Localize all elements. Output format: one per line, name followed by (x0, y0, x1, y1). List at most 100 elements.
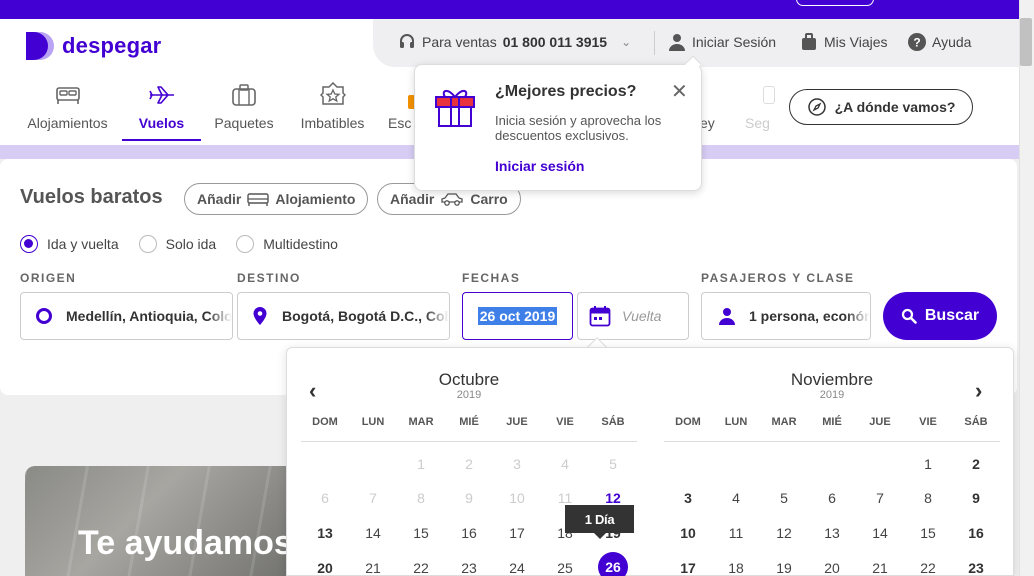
trip-type-label: Ida y vuelta (47, 236, 119, 252)
despegar-logo-icon (26, 32, 54, 60)
calendar-day: 5 (609, 456, 617, 472)
divider (654, 31, 655, 55)
passengers-field[interactable]: 1 persona, económica (701, 292, 871, 340)
nav-label: ey (700, 115, 715, 131)
calendar-day[interactable]: 20 (301, 560, 349, 576)
calendar-day[interactable]: 7 (856, 490, 904, 506)
month-name: Octubre (438, 370, 500, 389)
passengers-label: PASAJEROS Y CLASE (701, 271, 855, 285)
nav-label: Imbatibles (300, 115, 365, 131)
calendar-day[interactable]: 15 (904, 525, 952, 541)
calendar-day[interactable]: 23 (952, 560, 1000, 576)
calendar-day[interactable]: 10 (664, 525, 712, 541)
calendar-day[interactable]: 5 (760, 490, 808, 506)
nav-item-vuelos[interactable]: Vuelos (122, 81, 201, 131)
user-icon (669, 34, 685, 51)
nav-label: Seg (745, 115, 770, 131)
calendar-day[interactable]: 17 (493, 525, 541, 541)
bed-icon (55, 87, 80, 104)
logo[interactable]: despegar (24, 30, 161, 62)
nav-label: Alojamientos (27, 115, 108, 131)
search-button[interactable]: Buscar (883, 292, 997, 340)
help-icon: ? (908, 33, 926, 51)
calendar-day[interactable]: 12 (589, 490, 637, 506)
popover-description: Inicia sesión y aprovecha los descuentos… (495, 113, 662, 143)
top-banner-button[interactable] (796, 0, 874, 6)
sales-phone[interactable]: Para ventas 01 800 011 3915 ⌄ (398, 33, 631, 51)
calendar-day[interactable]: 25 (541, 560, 589, 576)
nav-label: Paquetes (214, 115, 274, 131)
radio-multidestino[interactable] (236, 235, 255, 253)
calendar-day[interactable]: 9 (952, 490, 1000, 506)
where-to-label: ¿A dónde vamos? (834, 99, 956, 115)
departure-date-field[interactable]: 26 oct 2019 (462, 292, 573, 340)
search-icon (901, 308, 917, 324)
selected-day[interactable]: 26 (598, 552, 628, 576)
calendar-day[interactable]: 15 (397, 525, 445, 541)
login-link[interactable]: Iniciar Sesión (668, 33, 776, 51)
origin-circle-icon (36, 308, 52, 324)
nav-item-disney[interactable]: ey (700, 81, 720, 131)
calendar-day[interactable]: 19 (760, 560, 808, 576)
popover-login-link[interactable]: Iniciar sesión (495, 158, 584, 174)
calendar-day[interactable]: 1 (904, 456, 952, 472)
destination-field[interactable]: Bogotá, Bogotá D.C., Colombia (237, 292, 450, 340)
calendar-day[interactable]: 6 (808, 490, 856, 506)
calendar-day[interactable]: 21 (856, 560, 904, 576)
badge-icon (319, 82, 346, 105)
calendar-day[interactable]: 20 (808, 560, 856, 576)
where-to-button[interactable]: ¿A dónde vamos? (789, 89, 973, 125)
calendar-day[interactable]: 23 (445, 560, 493, 576)
bed-icon (247, 193, 270, 206)
nav-item-alojamientos[interactable]: Alojamientos (24, 81, 111, 131)
calendar-day[interactable]: 14 (349, 525, 397, 541)
nav-active-indicator (122, 139, 201, 141)
weekday-header: DOM LUN MAR MIÉ JUE VIE SÁB (664, 416, 1000, 442)
calendar-day[interactable]: 12 (760, 525, 808, 541)
calendar-day: 6 (321, 490, 329, 506)
calendar-day[interactable]: 8 (904, 490, 952, 506)
month-year: 2019 (819, 389, 845, 401)
calendar-day[interactable]: 3 (664, 490, 712, 506)
add-car-label: Carro (470, 191, 508, 207)
nav-item-imbatibles[interactable]: Imbatibles (296, 81, 369, 131)
my-trips-link[interactable]: Mis Viajes (800, 33, 888, 51)
calendar-day[interactable]: 22 (904, 560, 952, 576)
calendar-day[interactable]: 16 (445, 525, 493, 541)
calendar-day[interactable]: 11 (712, 525, 760, 541)
calendar-day[interactable]: 22 (397, 560, 445, 576)
add-hotel-button[interactable]: Añadir Alojamiento (184, 183, 369, 215)
help-label: Ayuda (932, 34, 972, 50)
add-prefix: Añadir (390, 191, 435, 207)
calendar-day[interactable]: 17 (664, 560, 712, 576)
calendar-day: 2 (465, 456, 473, 472)
radio-ida-y-vuelta[interactable] (20, 235, 38, 253)
calendar-day[interactable]: 13 (808, 525, 856, 541)
duration-tooltip: 1 Día (565, 505, 634, 539)
calendar-day[interactable]: 18 (712, 560, 760, 576)
car-icon (441, 193, 463, 206)
weekday-label: LUN (361, 416, 385, 428)
origin-field[interactable]: Medellín, Antioquia, Colombia (20, 292, 233, 340)
calendar-day[interactable]: 14 (856, 525, 904, 541)
return-date-field[interactable]: Vuelta (577, 292, 689, 340)
help-link[interactable]: ? Ayuda (908, 33, 971, 51)
weekday-header: DOM LUN MAR MIÉ JUE VIE SÁB (301, 416, 637, 442)
nav-item-seguros[interactable]: Seg (745, 81, 775, 131)
scrollbar-track[interactable] (1019, 0, 1034, 576)
luggage-icon (802, 33, 816, 50)
calendar-day[interactable]: 16 (952, 525, 1000, 541)
close-icon[interactable]: ✕ (671, 79, 688, 104)
compass-icon (807, 98, 826, 116)
calendar-day[interactable]: 24 (493, 560, 541, 576)
calendar-day[interactable]: 21 (349, 560, 397, 576)
calendar-day[interactable]: 2 (952, 456, 1000, 472)
nav-item-paquetes[interactable]: Paquetes (210, 81, 278, 131)
weekday-label: MIÉ (459, 416, 479, 428)
radio-solo-ida[interactable] (138, 235, 157, 253)
month-header-october: Octubre 2019 (301, 370, 637, 401)
calendar-day[interactable]: 13 (301, 525, 349, 541)
origin-label: ORIGEN (20, 271, 77, 285)
scrollbar-thumb[interactable] (1020, 18, 1032, 66)
calendar-day[interactable]: 4 (712, 490, 760, 506)
